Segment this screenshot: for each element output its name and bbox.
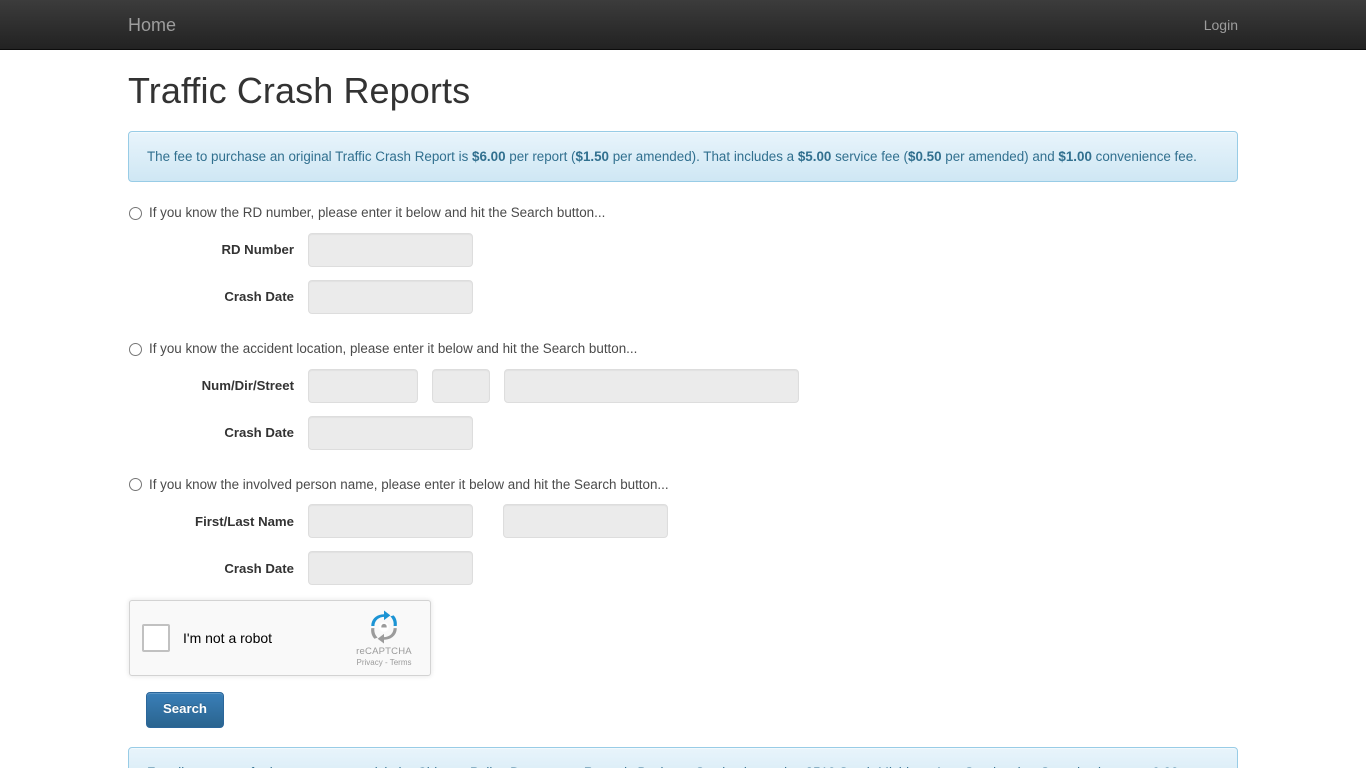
recaptcha-privacy-link[interactable]: Privacy [357, 658, 383, 667]
page-title: Traffic Crash Reports [128, 70, 471, 111]
label-rd-number: RD Number [221, 242, 294, 258]
input-street-direction[interactable] [432, 368, 490, 403]
fee-text-part4: service fee ( [831, 148, 909, 164]
option-person-name[interactable]: If you know the involved person name, pl… [128, 476, 1238, 495]
input-first-name[interactable] [308, 504, 473, 539]
recaptcha-label: I'm not a robot [183, 629, 273, 646]
input-location-crash-date[interactable] [308, 415, 473, 450]
label-location-crash-date: Crash Date [224, 425, 294, 441]
fee-text-part6: convenience fee. [1091, 148, 1197, 164]
fee-amount-convenience: $1.00 [1058, 148, 1092, 164]
option-person-name-label[interactable]: If you know the involved person name, pl… [149, 476, 669, 495]
navbar-inner: Home Login [113, 0, 1253, 50]
top-navbar: Home Login [0, 0, 1366, 50]
recaptcha-terms-link[interactable]: Terms [390, 658, 412, 667]
fee-text-part3: per amended). That includes a [609, 148, 798, 164]
fee-amount-service: $5.00 [797, 148, 832, 164]
field-row-rd-crash-date: Crash Date [128, 279, 1238, 314]
section-spacer-1 [128, 327, 1238, 340]
radio-location[interactable] [129, 342, 142, 356]
fee-amount-service-amended: $0.50 [908, 148, 942, 164]
recaptcha-widget[interactable]: I'm not a robot reCAPTCHA Privacy - Term… [129, 600, 431, 677]
input-rd-crash-date[interactable] [308, 279, 473, 314]
fee-info-alert: The fee to purchase an original Traffic … [128, 130, 1238, 183]
search-button[interactable]: Search [146, 692, 224, 728]
label-first-last-name: First/Last Name [195, 513, 294, 529]
fee-text-part2: per report ( [505, 148, 576, 164]
section-spacer-2 [128, 463, 1238, 476]
fee-amount-amended: $1.50 [575, 148, 610, 164]
input-last-name[interactable] [503, 504, 668, 539]
input-person-crash-date[interactable] [308, 551, 473, 586]
input-street-name[interactable] [504, 368, 799, 403]
recaptcha-logo-icon [371, 610, 397, 644]
recaptcha-checkbox[interactable] [142, 624, 170, 653]
radio-rd-number[interactable] [129, 206, 142, 220]
recaptcha-brand-name: reCAPTCHA [356, 646, 412, 658]
field-row-num-dir-street: Num/Dir/Street [128, 368, 1238, 403]
recaptcha-branding: reCAPTCHA Privacy - Terms [347, 610, 421, 668]
radio-person-name[interactable] [129, 478, 142, 492]
records-location-alert: For all requests of prior-year reports, … [128, 746, 1238, 768]
input-street-number[interactable] [308, 368, 418, 403]
recaptcha-legal-links: Privacy - Terms [347, 657, 421, 668]
option-rd-number[interactable]: If you know the RD number, please enter … [128, 204, 1238, 223]
option-rd-number-label[interactable]: If you know the RD number, please enter … [149, 204, 605, 223]
field-row-location-crash-date: Crash Date [128, 415, 1238, 450]
field-row-rd-number: RD Number [128, 232, 1238, 267]
fee-amount-original: $6.00 [472, 148, 506, 164]
label-num-dir-street: Num/Dir/Street [201, 378, 294, 394]
navbar-right-group: Login [1189, 0, 1253, 50]
option-location-label[interactable]: If you know the accident location, pleas… [149, 340, 637, 359]
main-container: Traffic Crash Reports The fee to purchas… [113, 71, 1253, 768]
fee-text-part1: The fee to purchase an original Traffic … [147, 148, 473, 164]
input-rd-number[interactable] [308, 232, 473, 267]
label-person-crash-date: Crash Date [224, 560, 294, 576]
nav-home-link[interactable]: Home [113, 0, 191, 50]
nav-login-link[interactable]: Login [1189, 0, 1253, 50]
option-location[interactable]: If you know the accident location, pleas… [128, 340, 1238, 359]
recaptcha-link-separator: - [382, 658, 390, 668]
fee-text-part5: per amended) and [941, 148, 1059, 164]
field-row-first-last-name: First/Last Name [128, 504, 1238, 539]
label-rd-crash-date: Crash Date [224, 289, 294, 305]
field-row-person-crash-date: Crash Date [128, 551, 1238, 586]
